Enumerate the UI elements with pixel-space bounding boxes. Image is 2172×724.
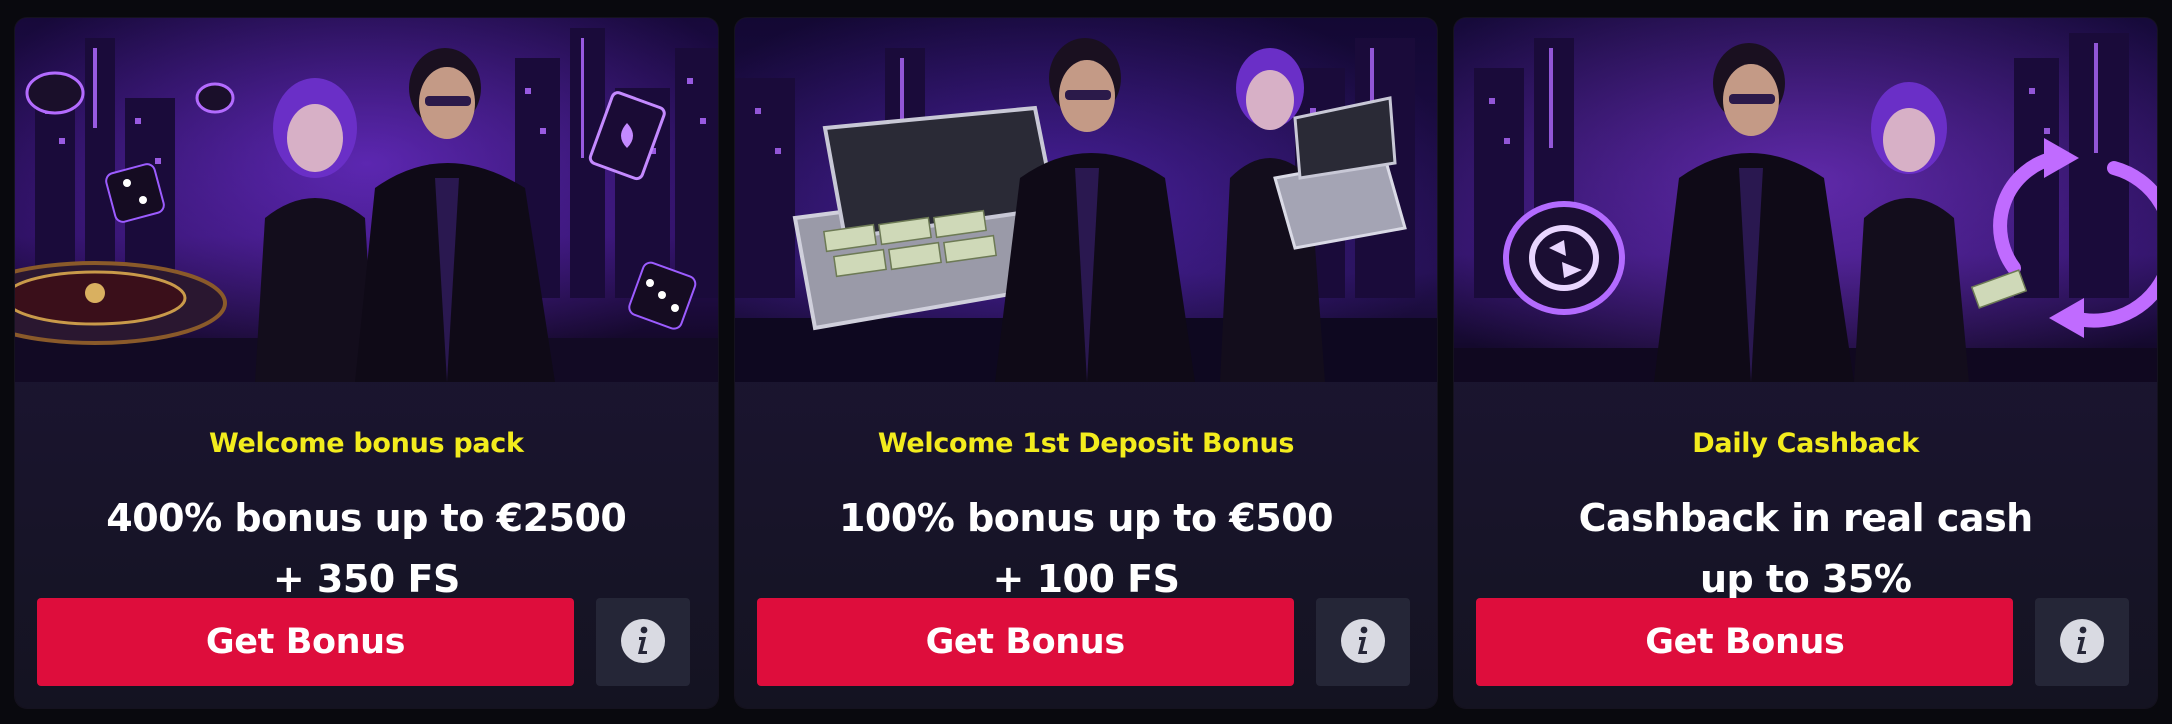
bonus-card-title: Daily Cashback xyxy=(1692,428,1920,459)
bonus-card-artwork xyxy=(734,18,1438,382)
bonus-card-title: Welcome 1st Deposit Bonus xyxy=(877,428,1295,459)
bonus-card-headline-line-1: Cashback in real cash xyxy=(1578,496,2034,540)
info-button[interactable] xyxy=(1315,598,1410,686)
info-button[interactable] xyxy=(2035,598,2130,686)
bonus-card-headline: 100% bonus up to €500 + 100 FS xyxy=(755,488,1418,610)
bonus-card-headline-line-1: 400% bonus up to €2500 xyxy=(106,496,627,540)
bonus-card-artwork xyxy=(15,18,718,382)
info-icon xyxy=(1339,617,1387,668)
bonus-card-title: Welcome bonus pack xyxy=(208,428,524,459)
get-bonus-button[interactable]: Get Bonus xyxy=(756,598,1294,686)
bonus-card-headline: 400% bonus up to €2500 + 350 FS xyxy=(35,488,698,610)
bonus-card-welcome-pack: Welcome bonus pack 400% bonus up to €250… xyxy=(15,18,718,708)
bonus-cards-row: Welcome bonus pack 400% bonus up to €250… xyxy=(15,18,2158,708)
get-bonus-button[interactable]: Get Bonus xyxy=(1476,598,2014,686)
info-icon xyxy=(2058,617,2106,668)
bonus-card-artwork xyxy=(1454,18,2158,382)
get-bonus-button[interactable]: Get Bonus xyxy=(37,598,574,686)
bonus-card-headline-line-1: 100% bonus up to €500 xyxy=(838,496,1334,540)
bonus-card-headline: Cashback in real cash up to 35% xyxy=(1474,488,2137,610)
info-button[interactable] xyxy=(596,598,690,686)
info-icon xyxy=(619,617,667,668)
bonus-card-daily-cashback: Daily Cashback Cashback in real cash up … xyxy=(1454,18,2158,708)
bonus-card-first-deposit: Welcome 1st Deposit Bonus 100% bonus up … xyxy=(734,18,1438,708)
